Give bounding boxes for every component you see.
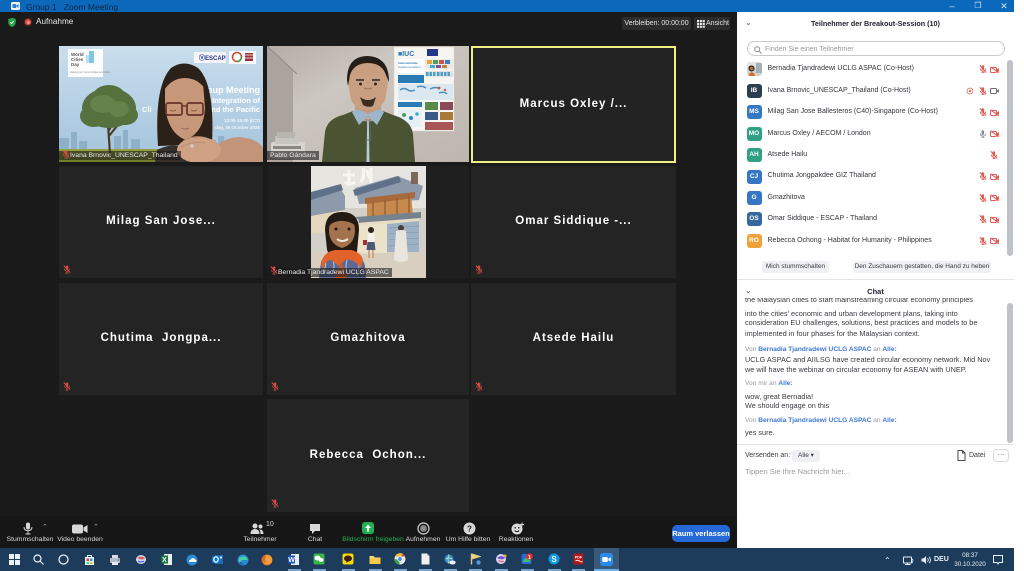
svg-text:al Integration of: al Integration of (204, 96, 261, 105)
svg-text:X: X (162, 557, 167, 564)
svg-text:Cli: Cli (142, 105, 152, 114)
svg-text:?: ? (467, 524, 472, 533)
svg-text:Zusammenarbeit: Zusammenarbeit (398, 65, 421, 69)
svg-text:PDF: PDF (575, 556, 583, 560)
svg-text:and the Pacific: and the Pacific (207, 105, 260, 114)
svg-text:day, 30 October 2020: day, 30 October 2020 (215, 125, 260, 130)
svg-text:1: 1 (528, 555, 531, 561)
svg-text:roup Meeting: roup Meeting (204, 85, 261, 95)
svg-text:Day: Day (71, 62, 80, 67)
svg-text:Valuing our communities and ci: Valuing our communities and cities (70, 70, 111, 74)
svg-text:■IUC: ■IUC (398, 51, 414, 58)
svg-text:S: S (551, 555, 557, 564)
svg-text:W: W (288, 557, 295, 564)
svg-text:ⓋESCAP: ⓋESCAP (199, 54, 226, 62)
svg-text:13:00-15:00 (ICT): 13:00-15:00 (ICT) (224, 118, 261, 123)
